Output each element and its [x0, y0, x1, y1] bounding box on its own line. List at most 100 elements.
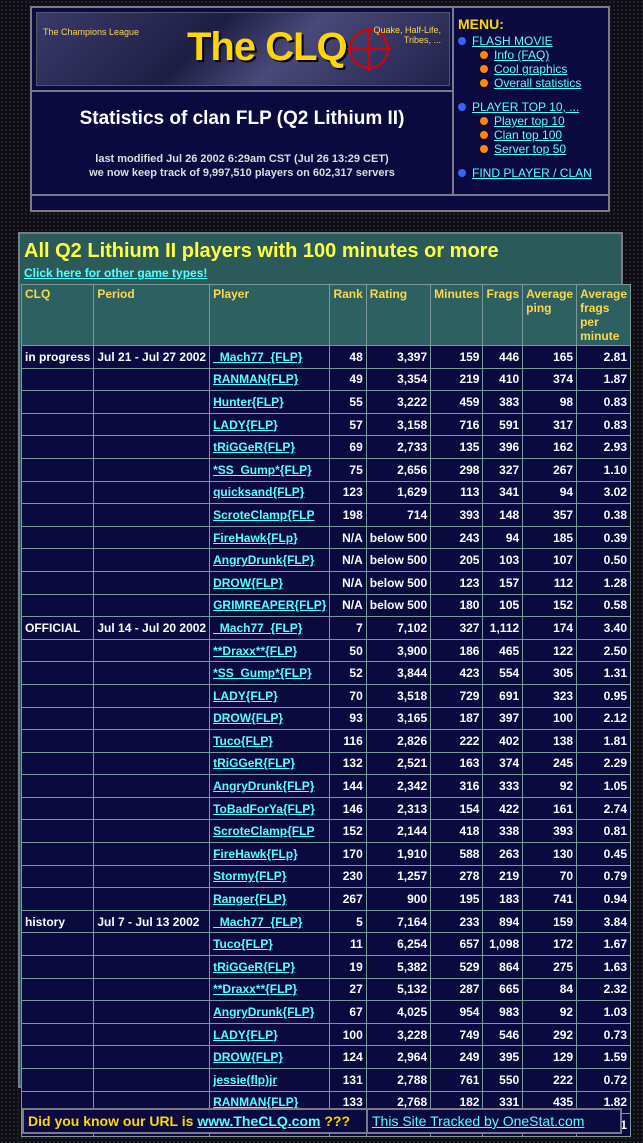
cell-player: DROW{FLP} [209, 1045, 331, 1069]
table-row: AngryDrunk{FLP} 67 4,025 954 983 92 1.03 [20, 1000, 632, 1024]
menu-cool-graphics[interactable]: Cool graphics [494, 62, 567, 76]
cell-clq [20, 842, 95, 866]
cell-avg-frags: 2.74 [576, 796, 632, 821]
player-link[interactable]: GRIMREAPER{FLP} [213, 598, 326, 612]
menu-info-faq[interactable]: Info (FAQ) [494, 48, 549, 62]
cell-period [93, 955, 211, 979]
menu-player-top-10[interactable]: Player top 10 [494, 114, 565, 128]
cell-avg-ping: 222 [522, 1068, 578, 1092]
player-link[interactable]: AngryDrunk{FLP} [213, 779, 314, 793]
player-link[interactable]: Ranger{FLP} [213, 892, 286, 906]
clq-banner[interactable]: The Champions League The CLQ Quake, Half… [36, 12, 450, 86]
player-link[interactable]: AngryDrunk{FLP} [213, 553, 314, 567]
cell-avg-ping: 70 [522, 864, 578, 889]
cell-period [93, 661, 211, 685]
cell-player: Tuco{FLP} [209, 729, 331, 753]
cell-frags: 148 [482, 503, 524, 527]
table-row: Tuco{FLP} 11 6,254 657 1,098 172 1.67 [20, 932, 632, 957]
player-link[interactable]: RANMAN{FLP} [213, 372, 298, 386]
tracking-text: we now keep track of 9,997,510 players o… [89, 167, 395, 179]
cell-rank: 67 [329, 1000, 367, 1024]
cell-period [93, 706, 211, 731]
player-link[interactable]: *SS_Gump*{FLP} [213, 666, 312, 680]
menu-server-top-50[interactable]: Server top 50 [494, 142, 566, 156]
player-link[interactable]: Hunter{FLP} [213, 395, 284, 409]
onestat-tracker-link[interactable]: This Site Tracked by OneStat.com [366, 1110, 584, 1132]
player-link[interactable]: DROW{FLP} [213, 576, 283, 590]
menu-overall-statistics[interactable]: Overall statistics [494, 76, 581, 90]
cell-minutes: 180 [430, 593, 484, 618]
player-link[interactable]: Tuco{FLP} [213, 734, 273, 748]
player-link[interactable]: _Mach77_{FLP} [213, 350, 302, 364]
table-row: ScroteClamp{FLP 198 714 393 148 357 0.38 [20, 503, 632, 527]
cell-player: ScroteClamp{FLP [209, 819, 331, 844]
player-link[interactable]: AngryDrunk{FLP} [213, 1005, 314, 1019]
footer-text: Did you know our URL is [28, 1113, 194, 1129]
cell-rank: 70 [329, 683, 367, 708]
cell-period [93, 435, 211, 459]
menu-flash-movie[interactable]: FLASH MOVIE [472, 34, 553, 48]
table-row: ToBadForYa{FLP} 146 2,313 154 422 161 2.74 [20, 796, 632, 821]
cell-frags: 691 [482, 683, 524, 708]
cell-clq [20, 977, 95, 1002]
cell-clq [20, 435, 95, 459]
player-link[interactable]: Stormy{FLP} [213, 869, 286, 883]
cell-minutes: 159 [430, 345, 484, 369]
player-link[interactable]: _Mach77_{FLP} [213, 621, 302, 635]
cell-period [93, 932, 211, 957]
cell-clq [20, 1022, 95, 1047]
cell-avg-ping: 152 [522, 593, 578, 618]
player-link[interactable]: *SS_Gump*{FLP} [213, 463, 312, 477]
cell-period [93, 864, 211, 889]
cell-minutes: 716 [430, 412, 484, 437]
menu-player-top[interactable]: PLAYER TOP 10, ... [472, 100, 579, 114]
cell-rank: 267 [329, 887, 367, 911]
player-link[interactable]: LADY{FLP} [213, 1028, 278, 1042]
menu-clan-top-100[interactable]: Clan top 100 [494, 128, 562, 142]
cell-rating: 2,342 [365, 774, 432, 798]
player-link[interactable]: jessie(flp)jr [213, 1073, 277, 1087]
cell-rating: 2,826 [365, 729, 432, 753]
player-link[interactable]: tRiGGeR{FLP} [213, 756, 295, 770]
cell-frags: 383 [482, 390, 524, 414]
cell-frags: 105 [482, 593, 524, 618]
player-link[interactable]: _Mach77_{FLP} [213, 915, 302, 929]
player-link[interactable]: ScroteClamp{FLP [213, 508, 314, 522]
cell-avg-ping: 92 [522, 1000, 578, 1024]
cell-period: Jul 7 - Jul 13 2002 [93, 909, 211, 934]
player-link[interactable]: **Draxx**{FLP} [213, 982, 297, 996]
cell-period [93, 480, 211, 505]
cell-player: _Mach77_{FLP} [209, 616, 331, 640]
banner-right-text: Quake, Half-Life, Tribes, ... [373, 25, 441, 45]
cell-minutes: 123 [430, 570, 484, 595]
stats-panel: All Q2 Lithium II players with 100 minut… [18, 232, 632, 1137]
player-link[interactable]: DROW{FLP} [213, 711, 283, 725]
cell-player: GRIMREAPER{FLP} [209, 593, 331, 618]
cell-rank: 52 [329, 661, 367, 685]
menu-find-player-clan[interactable]: FIND PLAYER / CLAN [472, 166, 592, 180]
player-link[interactable]: LADY{FLP} [213, 418, 278, 432]
cell-rank: 198 [329, 503, 367, 527]
player-link[interactable]: FireHawk{FLp} [213, 847, 298, 861]
player-link[interactable]: LADY{FLP} [213, 689, 278, 703]
site-url-link[interactable]: www.TheCLQ.com [197, 1113, 320, 1129]
cell-rank: N/A [329, 548, 367, 572]
player-link[interactable]: Tuco{FLP} [213, 937, 273, 951]
cell-avg-ping: 174 [522, 616, 578, 640]
table-row: ScroteClamp{FLP 152 2,144 418 338 393 0.81 [20, 819, 632, 844]
player-link[interactable]: quicksand{FLP} [213, 485, 304, 499]
player-link[interactable]: tRiGGeR{FLP} [213, 960, 295, 974]
player-link[interactable]: FireHawk{FLp} [213, 531, 298, 545]
player-link[interactable]: **Draxx**{FLP} [213, 644, 297, 658]
cell-rating: 3,165 [365, 706, 432, 731]
player-link[interactable]: DROW{FLP} [213, 1050, 283, 1064]
cell-clq [20, 390, 95, 414]
cell-clq [20, 548, 95, 572]
last-modified: last modified Jul 26 2002 6:29am CST (Ju… [32, 152, 452, 180]
player-link[interactable]: ToBadForYa{FLP} [213, 802, 315, 816]
cell-rank: 144 [329, 774, 367, 798]
player-link[interactable]: ScroteClamp{FLP [213, 824, 314, 838]
cell-minutes: 154 [430, 796, 484, 821]
other-game-types-link[interactable]: Click here for other game types! [24, 266, 207, 280]
player-link[interactable]: tRiGGeR{FLP} [213, 440, 295, 454]
